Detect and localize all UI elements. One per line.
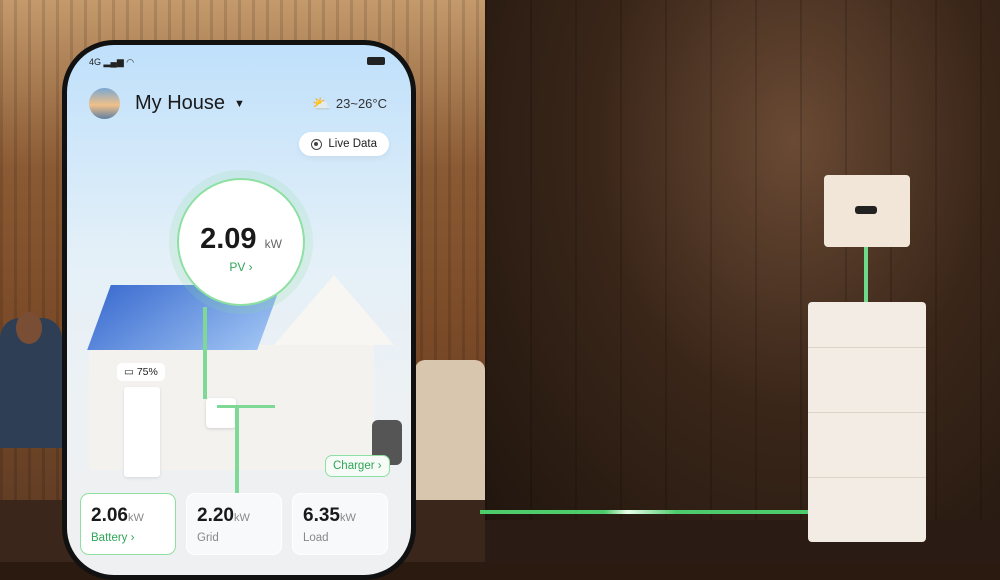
home-battery [124, 387, 160, 477]
live-data-label: Live Data [328, 138, 377, 150]
status-bar: 4G ▂▄▆ ◠ [89, 57, 385, 68]
battery-module-divider [808, 412, 926, 413]
grid-flow-line [235, 405, 239, 495]
phone: 4G ▂▄▆ ◠ My House ▼ ⛅ 23~26°C Live Data [62, 40, 416, 580]
pv-power-circle[interactable]: 2.09 kW PV › [177, 178, 305, 306]
battery-device [808, 302, 926, 542]
load-card[interactable]: 6.35kW Load [292, 493, 388, 555]
power-cards: 2.06kW Battery › 2.20kW Grid 6.35kW Load [80, 493, 388, 555]
grid-label: Grid [197, 532, 219, 544]
person-head [16, 312, 42, 344]
charger-flow-line [217, 405, 275, 408]
app-screen: 4G ▂▄▆ ◠ My House ▼ ⛅ 23~26°C Live Data [67, 45, 411, 575]
inverter-device [824, 175, 910, 247]
load-value: 6.35 [303, 505, 340, 526]
grid-unit: kW [233, 512, 250, 524]
battery-module-divider [808, 477, 926, 478]
load-label: Load [303, 532, 329, 544]
battery-card[interactable]: 2.06kW Battery › [80, 493, 176, 555]
battery-unit: kW [127, 512, 144, 524]
house-title[interactable]: My House [135, 92, 225, 115]
battery-level: 75% [136, 366, 158, 378]
pv-number: 2.09 [200, 223, 257, 255]
home-inverter [206, 398, 236, 428]
pv-label: PV › [229, 260, 253, 274]
header: My House ▼ ⛅ 23~26°C [89, 88, 387, 119]
battery-icon [367, 57, 385, 65]
network-type: 4G [89, 57, 102, 67]
pv-flow-line [203, 307, 207, 399]
energy-flow-line [480, 510, 808, 514]
live-data-button[interactable]: Live Data [299, 132, 389, 156]
weather: ⛅ 23~26°C [312, 95, 387, 113]
partly-sunny-icon: ⛅ [312, 95, 331, 113]
load-unit: kW [339, 512, 356, 524]
chevron-down-icon[interactable]: ▼ [234, 98, 245, 110]
sofa [415, 360, 485, 510]
grid-value: 2.20 [197, 505, 234, 526]
house-gable [274, 275, 394, 345]
battery-level-badge: ▭ 75% [117, 363, 165, 381]
battery-label: Battery › [91, 532, 135, 544]
inverter-display [855, 206, 877, 214]
person-reading [0, 312, 62, 448]
battery-module-divider [808, 347, 926, 348]
charger-button[interactable]: Charger › [325, 455, 390, 477]
grid-card[interactable]: 2.20kW Grid [186, 493, 282, 555]
inverter-cable [864, 247, 868, 303]
pv-unit: kW [264, 237, 282, 251]
battery-value: 2.06 [91, 505, 128, 526]
temperature: 23~26°C [335, 96, 387, 111]
record-icon [311, 138, 323, 150]
pv-value: 2.09 kW [179, 223, 303, 256]
signal-icon: 4G ▂▄▆ ◠ [89, 57, 135, 67]
avatar[interactable] [89, 88, 120, 119]
